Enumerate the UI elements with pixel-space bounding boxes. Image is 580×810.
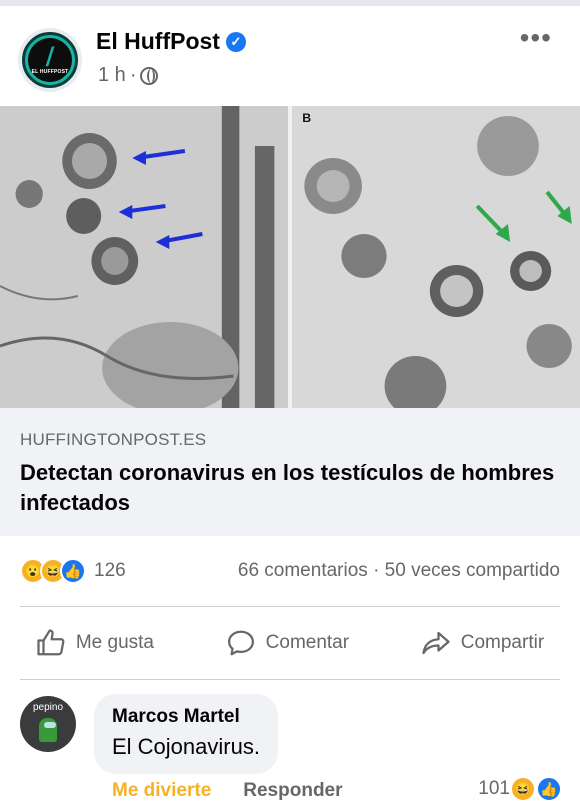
reaction-count[interactable]: 126 bbox=[94, 560, 126, 582]
logo-mark: / bbox=[45, 42, 55, 70]
shares-count[interactable]: 50 veces compartido bbox=[385, 560, 560, 581]
comments-count[interactable]: 66 comentarios bbox=[238, 560, 368, 581]
share-arrow-icon bbox=[422, 631, 450, 655]
like-label: Me gusta bbox=[75, 632, 154, 653]
more-options-button[interactable]: ••• bbox=[520, 24, 552, 52]
comment-bubble: Marcos Martel El Cojonavirus. bbox=[94, 694, 278, 774]
like-reaction-icon: 👍 bbox=[60, 558, 86, 584]
comment-bubble-icon bbox=[227, 630, 254, 656]
reaction-summary[interactable]: 😮 😆 👍 126 bbox=[20, 558, 126, 584]
post-actions: Me gusta Comentar Compartir bbox=[0, 607, 580, 679]
post-header: / EL HUFFPOST El HuffPost ✓ 1 h · ••• bbox=[0, 6, 580, 106]
link-domain: HUFFINGTONPOST.ES bbox=[20, 430, 207, 449]
page-name[interactable]: El HuffPost ✓ bbox=[96, 28, 246, 55]
comment-like-icon: 👍 bbox=[536, 776, 562, 802]
comment-label: Comentar bbox=[265, 632, 350, 653]
post-image[interactable]: B bbox=[0, 106, 580, 408]
share-label: Compartir bbox=[460, 632, 545, 653]
comment-reactions[interactable]: 101 😆 👍 bbox=[478, 776, 562, 802]
comment-item: pepino Marcos Martel El Cojonavirus. Me … bbox=[0, 680, 580, 810]
comment-reaction-button[interactable]: Me divierte bbox=[112, 780, 211, 802]
reply-button[interactable]: Responder bbox=[243, 780, 342, 802]
share-button[interactable]: Compartir bbox=[421, 628, 544, 658]
comment-author[interactable]: Marcos Martel bbox=[112, 706, 260, 728]
avatar-sticker-text: pepino bbox=[32, 702, 64, 713]
stats-dot: · bbox=[373, 560, 380, 581]
verified-badge-icon: ✓ bbox=[225, 31, 246, 52]
image-panel-a bbox=[0, 106, 288, 408]
link-headline[interactable]: Detectan coronavirus en los testículos d… bbox=[20, 458, 560, 518]
thumbs-up-icon bbox=[37, 629, 65, 656]
commenter-avatar[interactable]: pepino bbox=[20, 696, 76, 752]
globe-icon bbox=[140, 66, 159, 85]
page-name-text[interactable]: El HuffPost bbox=[96, 28, 220, 55]
figure-visor bbox=[44, 722, 56, 728]
comment-haha-icon: 😆 bbox=[510, 776, 536, 802]
meta-separator: · bbox=[129, 64, 137, 86]
logo-text: EL HUFFPOST bbox=[31, 69, 69, 75]
page-avatar[interactable]: / EL HUFFPOST bbox=[18, 28, 82, 92]
link-preview[interactable]: HUFFINGTONPOST.ES Detectan coronavirus e… bbox=[0, 408, 580, 536]
comment-footer: Me divierte Responder bbox=[112, 780, 343, 802]
post-meta: 1 h · bbox=[98, 64, 159, 87]
huffpost-logo: / EL HUFFPOST bbox=[25, 35, 75, 85]
comment-reaction-count: 101 bbox=[478, 778, 510, 799]
stats-right: 66 comentarios · 50 veces compartido bbox=[238, 560, 560, 582]
comment-button[interactable]: Comentar bbox=[226, 628, 349, 658]
panel-b-label: B bbox=[302, 111, 311, 125]
comment-text: El Cojonavirus. bbox=[112, 734, 260, 759]
post-stats: 😮 😆 👍 126 66 comentarios · 50 veces comp… bbox=[0, 536, 580, 606]
image-panel-b: B bbox=[292, 106, 580, 408]
like-button[interactable]: Me gusta bbox=[36, 628, 154, 658]
post-time[interactable]: 1 h bbox=[98, 64, 126, 87]
